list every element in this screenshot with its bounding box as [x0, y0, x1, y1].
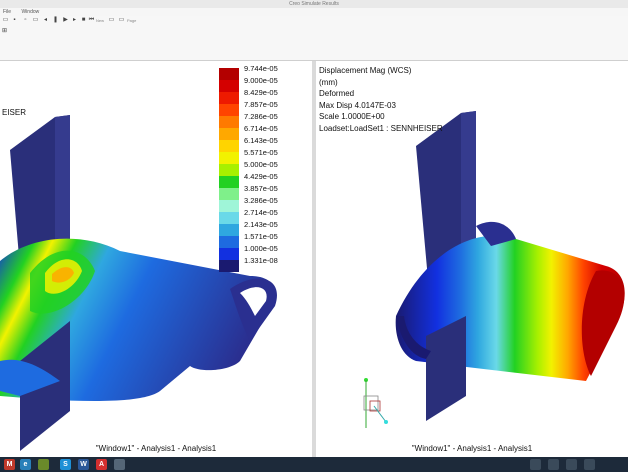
- app-icon[interactable]: [114, 459, 125, 470]
- legend-label: 6.714e-05: [244, 124, 278, 133]
- legend-swatch: [219, 68, 239, 80]
- menu-bar: File Window: [0, 8, 628, 16]
- legend-swatch: [219, 116, 239, 128]
- legend-swatch: [219, 128, 239, 140]
- legend-swatch: [219, 224, 239, 236]
- step-back-icon[interactable]: ◂: [42, 17, 49, 24]
- right-viewport-caption: "Window1" - Analysis1 - Analysis1: [411, 444, 533, 453]
- copy-icon[interactable]: ▭: [32, 17, 39, 24]
- legend-swatch: [219, 236, 239, 248]
- loadset-label-partial: EISER: [2, 108, 27, 117]
- taskbar: M e S W A: [0, 457, 628, 472]
- left-viewport[interactable]: EISER 9.744e-05 9.000e-05 8.429e-05 7.85…: [0, 61, 312, 457]
- result-info-panel: Displacement Mag (WCS) (mm) Deformed Max…: [319, 65, 443, 134]
- legend-label: 8.429e-05: [244, 88, 278, 97]
- legend-swatch: [219, 200, 239, 212]
- menu-file[interactable]: File: [3, 9, 11, 15]
- legend-swatch: [219, 80, 239, 92]
- tray-icon[interactable]: [548, 459, 559, 470]
- legend-swatch: [219, 176, 239, 188]
- skype-icon[interactable]: S: [60, 459, 71, 470]
- legend-swatch: [219, 248, 239, 260]
- menu-window[interactable]: Window: [21, 9, 39, 15]
- fit-icon[interactable]: ▭: [118, 17, 125, 24]
- legend-swatch: [219, 188, 239, 200]
- legend-label: 2.714e-05: [244, 208, 278, 217]
- pause-icon[interactable]: ❚: [52, 17, 59, 24]
- legend-swatch: [219, 140, 239, 152]
- tray-icon[interactable]: [530, 459, 541, 470]
- legend-label: 2.143e-05: [244, 220, 278, 229]
- window-title: Creo Simulate Results: [0, 0, 628, 8]
- step-forward-icon[interactable]: ▸: [71, 17, 78, 24]
- word-icon[interactable]: W: [78, 459, 89, 470]
- legend-swatch: [219, 212, 239, 224]
- legend-label: 4.429e-05: [244, 172, 278, 181]
- legend-label: 3.286e-05: [244, 196, 278, 205]
- tray-icon[interactable]: [566, 459, 577, 470]
- ie-icon[interactable]: e: [20, 459, 31, 470]
- rewind-icon[interactable]: ⏮: [88, 17, 95, 24]
- app-m-icon[interactable]: M: [4, 459, 15, 470]
- zoom-icon[interactable]: ▭: [108, 17, 115, 24]
- info-scale: Scale 1.0000E+00: [319, 112, 385, 121]
- acrobat-icon[interactable]: A: [96, 459, 107, 470]
- info-max-disp: Max Disp 4.0147E-03: [319, 100, 396, 110]
- legend-label: 3.857e-05: [244, 184, 278, 193]
- tray-icon[interactable]: [584, 459, 595, 470]
- left-viewport-caption: "Window1" - Analysis1 - Analysis1: [95, 444, 217, 453]
- right-viewport[interactable]: Displacement Mag (WCS) (mm) Deformed Max…: [316, 61, 628, 457]
- info-deformed: Deformed: [319, 89, 355, 98]
- new-label[interactable]: New: [96, 18, 104, 23]
- legend-label: 7.286e-05: [244, 112, 278, 121]
- info-units: (mm): [319, 77, 338, 87]
- page-label[interactable]: Page: [127, 18, 136, 23]
- stop-icon[interactable]: ■: [80, 17, 87, 24]
- toolbar: ▭ ▪ ▫ ▭ ◂ ❚ ▶ ▸ ■ ⏮ New ▭ ▭ Page ⊞: [0, 16, 628, 61]
- play-icon[interactable]: ▶: [62, 17, 69, 24]
- toolbar-row: ▭ ▪ ▫ ▭ ◂ ❚ ▶ ▸ ■ ⏮ New ▭ ▭ Page: [0, 16, 628, 26]
- legend-label: 1.000e-05: [244, 244, 278, 253]
- legend-label: 5.000e-05: [244, 160, 278, 169]
- legend-swatch: [219, 92, 239, 104]
- legend-swatch: [219, 164, 239, 176]
- save-icon[interactable]: ▪: [11, 17, 18, 24]
- legend-swatch: [219, 152, 239, 164]
- print-icon[interactable]: ▫: [22, 17, 29, 24]
- legend-label: 9.744e-05: [244, 64, 278, 73]
- legend-label: 9.000e-05: [244, 76, 278, 85]
- coordinate-triad-icon: [363, 378, 388, 428]
- legend-label: 5.571e-05: [244, 148, 278, 157]
- legend-swatch: [219, 260, 239, 272]
- legend-label: 7.857e-05: [244, 100, 278, 109]
- legend-swatch: [219, 104, 239, 116]
- app-green-icon[interactable]: [38, 459, 49, 470]
- legend-label: 1.331e-08: [244, 256, 278, 265]
- view-icon[interactable]: ⊞: [1, 28, 8, 35]
- info-loadset: Loadset:LoadSet1 : SENNHEISER: [319, 123, 443, 133]
- info-quantity: Displacement Mag (WCS): [319, 66, 412, 75]
- legend-label: 6.143e-05: [244, 136, 278, 145]
- open-icon[interactable]: ▭: [2, 17, 9, 24]
- legend-label: 1.571e-05: [244, 232, 278, 241]
